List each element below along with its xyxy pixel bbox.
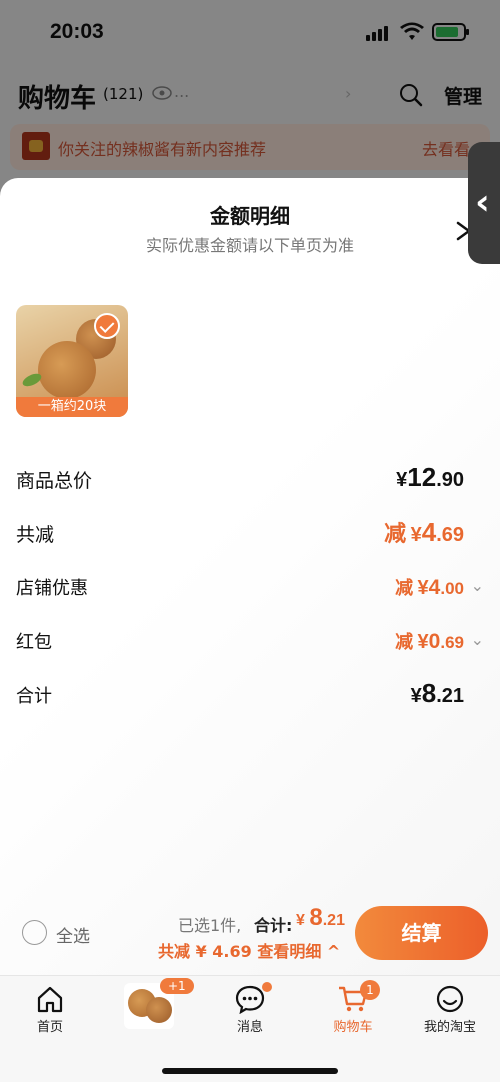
dim-overlay[interactable] bbox=[0, 0, 500, 200]
plus-one-badge: +1 bbox=[160, 978, 194, 994]
sheet-title: 金额明细 bbox=[210, 204, 290, 228]
row-value: 减 ¥0.69 bbox=[395, 630, 464, 653]
selected-count: 已选1件, bbox=[178, 916, 242, 935]
chevron-down-icon[interactable]: ⌄ bbox=[471, 630, 484, 649]
row-label: 合计 bbox=[16, 686, 52, 707]
cart-count-badge: 1 bbox=[360, 980, 380, 1000]
product-label: 一箱约20块 bbox=[16, 397, 128, 417]
product-thumbnail[interactable]: 一箱约20块 bbox=[16, 305, 128, 417]
tab-bar: 首页 +1 消息 购物车 1 我的淘宝 bbox=[0, 975, 500, 1082]
row-label: 店铺优惠 bbox=[16, 578, 88, 599]
tab-label: 我的淘宝 bbox=[423, 1020, 476, 1035]
row-value: ¥8.21 bbox=[410, 678, 464, 708]
home-indicator bbox=[162, 1068, 338, 1074]
chevron-down-icon[interactable]: ⌄ bbox=[471, 576, 484, 595]
checkout-bar: 全选 已选1件, 合计: ¥ 8.21 共减 ¥ 4.69 查看明细 ^ 结算 bbox=[0, 896, 500, 972]
tab-label: 消息 bbox=[236, 1020, 263, 1035]
checkout-button[interactable]: 结算 bbox=[355, 906, 488, 960]
row-value: ¥12.90 bbox=[396, 462, 464, 492]
sheet-subtitle: 实际优惠金额请以下单页为准 bbox=[145, 236, 354, 255]
message-icon bbox=[235, 985, 265, 1014]
view-detail-link[interactable]: 共减 ¥ 4.69 查看明细 ^ bbox=[158, 938, 340, 962]
total-label: 合计: bbox=[254, 916, 293, 935]
row-label: 商品总价 bbox=[16, 470, 93, 492]
side-drawer-handle[interactable]: ‹ bbox=[468, 142, 500, 264]
tab-label: 购物车 bbox=[333, 1020, 373, 1035]
tab-label: 首页 bbox=[36, 1020, 63, 1035]
row-red-packet[interactable]: 红包 减 ¥0.69 ⌄ bbox=[16, 624, 486, 658]
row-total-reduction: 共减 减 ¥4.69 bbox=[16, 516, 486, 550]
select-all-checkbox[interactable] bbox=[22, 920, 47, 945]
tab-messages[interactable]: 消息 bbox=[215, 984, 285, 1035]
home-icon bbox=[37, 986, 63, 1013]
selected-check-icon[interactable] bbox=[94, 313, 120, 339]
message-dot-badge bbox=[262, 982, 272, 992]
tab-mine[interactable]: 我的淘宝 bbox=[415, 984, 485, 1035]
select-all-label[interactable]: 全选 bbox=[56, 922, 90, 947]
total-value: ¥ 8.21 bbox=[296, 904, 345, 931]
row-store-discount[interactable]: 店铺优惠 减 ¥4.00 ⌄ bbox=[16, 570, 486, 604]
row-label: 红包 bbox=[16, 632, 52, 653]
row-value: 减 ¥4.69 bbox=[384, 517, 464, 547]
row-value: 减 ¥4.00 bbox=[395, 576, 464, 599]
tab-home[interactable]: 首页 bbox=[15, 984, 85, 1035]
chevron-left-icon: ‹ bbox=[475, 182, 490, 223]
row-goods-total: 商品总价 ¥12.90 bbox=[16, 462, 486, 496]
row-label: 共减 bbox=[16, 524, 55, 546]
profile-icon bbox=[436, 985, 464, 1013]
row-grand-total: 合计 ¥8.21 bbox=[16, 678, 486, 712]
